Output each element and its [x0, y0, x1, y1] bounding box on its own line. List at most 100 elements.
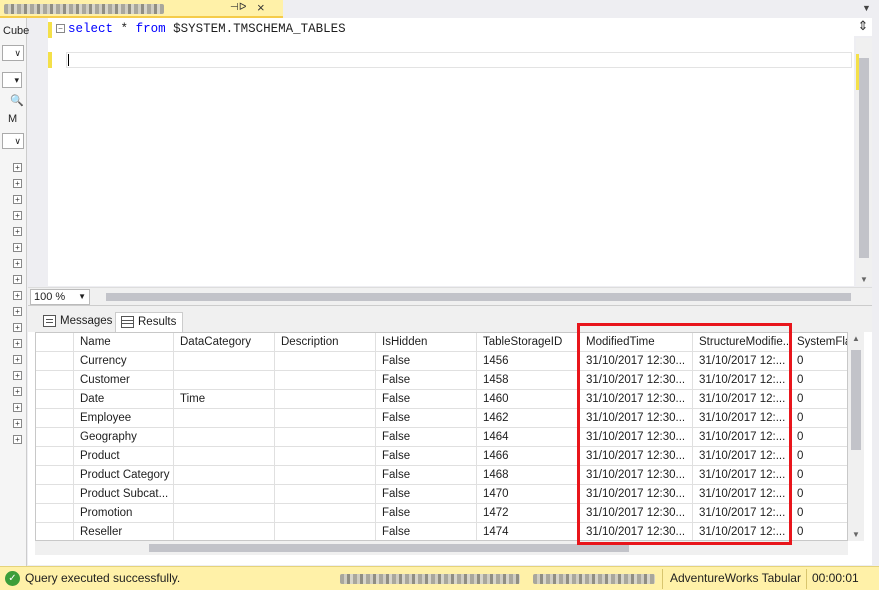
zoom-selector[interactable]: 100 % ▼ [30, 289, 90, 305]
table-cell[interactable]: Date [74, 390, 174, 409]
table-row[interactable]: Geography False 1464 31/10/2017 12:30... 31/… [36, 428, 847, 447]
row-selector[interactable] [36, 371, 74, 390]
table-cell[interactable] [174, 523, 275, 540]
column-header[interactable]: DataCategory [174, 333, 275, 352]
table-cell[interactable] [275, 371, 376, 390]
scroll-down-icon[interactable]: ▼ [860, 275, 868, 284]
column-header[interactable]: TableStorageID [477, 333, 580, 352]
table-cell[interactable] [275, 409, 376, 428]
query-editor[interactable]: − select * from $SYSTEM.TMSCHEMA_TABLES [48, 18, 854, 286]
table-cell[interactable] [174, 409, 275, 428]
table-cell[interactable]: False [376, 352, 477, 371]
scrollbar-thumb[interactable] [851, 350, 861, 450]
table-cell[interactable]: 1470 [477, 485, 580, 504]
table-cell[interactable] [174, 504, 275, 523]
tree-expand-icon[interactable]: + [13, 419, 22, 428]
tab-messages[interactable]: Messages [38, 312, 118, 332]
table-cell[interactable]: 31/10/2017 12:... [693, 409, 791, 428]
table-row[interactable]: Product False 1466 31/10/2017 12:30... 31/10… [36, 447, 847, 466]
table-cell[interactable]: 0 [791, 523, 847, 540]
table-row[interactable]: Promotion False 1472 31/10/2017 12:30... 31/… [36, 504, 847, 523]
tree-expand-icon[interactable]: + [13, 275, 22, 284]
table-cell[interactable]: 1474 [477, 523, 580, 540]
row-selector[interactable] [36, 504, 74, 523]
row-selector[interactable] [36, 390, 74, 409]
small-selector[interactable]: ▾ [2, 72, 22, 88]
table-cell[interactable]: False [376, 504, 477, 523]
table-cell[interactable]: 31/10/2017 12:... [693, 523, 791, 540]
table-cell[interactable]: Customer [74, 371, 174, 390]
table-cell[interactable]: 1468 [477, 466, 580, 485]
table-cell[interactable]: 31/10/2017 12:30... [580, 371, 693, 390]
tree-expand-icon[interactable]: + [13, 243, 22, 252]
table-cell[interactable]: 0 [791, 352, 847, 371]
table-cell[interactable]: 0 [791, 371, 847, 390]
table-cell[interactable]: Product Category [74, 466, 174, 485]
table-row[interactable]: Customer False 1458 31/10/2017 12:30... 31/1… [36, 371, 847, 390]
table-cell[interactable]: 31/10/2017 12:30... [580, 523, 693, 540]
tree-expand-icon[interactable]: + [13, 435, 22, 444]
table-cell[interactable]: Product [74, 447, 174, 466]
table-row[interactable]: Product Subcat... False 1470 31/10/2017 12:… [36, 485, 847, 504]
table-cell[interactable]: 1462 [477, 409, 580, 428]
column-header[interactable]: Name [74, 333, 174, 352]
table-cell[interactable]: False [376, 390, 477, 409]
table-cell[interactable]: 31/10/2017 12:... [693, 447, 791, 466]
table-cell[interactable]: 0 [791, 390, 847, 409]
tab-list-dropdown-icon[interactable]: ▼ [862, 3, 871, 13]
scroll-up-icon[interactable]: ▲ [852, 334, 860, 343]
column-header[interactable]: SystemFlag [791, 333, 847, 352]
table-cell[interactable]: 31/10/2017 12:... [693, 352, 791, 371]
table-cell[interactable]: 1456 [477, 352, 580, 371]
table-cell[interactable] [174, 447, 275, 466]
table-cell[interactable]: False [376, 523, 477, 540]
table-row[interactable]: Product Category False 1468 31/10/2017 12:3… [36, 466, 847, 485]
table-cell[interactable]: 31/10/2017 12:30... [580, 428, 693, 447]
table-cell[interactable]: 31/10/2017 12:... [693, 504, 791, 523]
tree-expand-icon[interactable]: + [13, 323, 22, 332]
table-cell[interactable] [275, 390, 376, 409]
table-cell[interactable]: 31/10/2017 12:30... [580, 447, 693, 466]
table-cell[interactable] [174, 371, 275, 390]
column-header[interactable]: ModifiedTime [580, 333, 693, 352]
tree-expand-icon[interactable]: + [13, 227, 22, 236]
column-header[interactable]: StructureModifie... [693, 333, 791, 352]
document-tab[interactable]: ⊣ᐅ × [0, 0, 283, 18]
tree-expand-icon[interactable]: + [13, 307, 22, 316]
results-grid[interactable]: Name DataCategory Description IsHidden Table… [35, 332, 848, 541]
table-cell[interactable] [275, 485, 376, 504]
table-cell[interactable]: 1460 [477, 390, 580, 409]
table-cell[interactable]: 31/10/2017 12:30... [580, 409, 693, 428]
table-cell[interactable]: False [376, 447, 477, 466]
table-cell[interactable]: False [376, 409, 477, 428]
tree-expand-icon[interactable]: + [13, 211, 22, 220]
split-editor-icon[interactable]: ⇕ [854, 18, 872, 36]
table-cell[interactable]: Promotion [74, 504, 174, 523]
tree-expand-icon[interactable]: + [13, 355, 22, 364]
scrollbar-thumb[interactable] [149, 544, 629, 552]
table-cell[interactable] [174, 466, 275, 485]
cube-selector[interactable]: ∨ [2, 45, 24, 61]
table-cell[interactable]: 31/10/2017 12:30... [580, 352, 693, 371]
tree-expand-icon[interactable]: + [13, 339, 22, 348]
table-cell[interactable]: 0 [791, 409, 847, 428]
pin-icon[interactable]: ⊣ᐅ [230, 2, 246, 13]
scrollbar-thumb[interactable] [106, 293, 851, 301]
table-cell[interactable]: 0 [791, 428, 847, 447]
row-selector[interactable] [36, 428, 74, 447]
tree-expand-icon[interactable]: + [13, 403, 22, 412]
table-cell[interactable] [174, 352, 275, 371]
tree-expand-icon[interactable]: + [13, 163, 22, 172]
table-row[interactable]: Date Time False 1460 31/10/2017 12:30... 31/1… [36, 390, 847, 409]
table-cell[interactable] [275, 447, 376, 466]
tree-expand-icon[interactable]: + [13, 387, 22, 396]
tab-results[interactable]: Results [115, 312, 183, 332]
table-row[interactable]: Employee False 1462 31/10/2017 12:30... 31/1… [36, 409, 847, 428]
table-cell[interactable] [275, 523, 376, 540]
table-cell[interactable]: 31/10/2017 12:... [693, 371, 791, 390]
scrollbar-thumb[interactable] [859, 58, 869, 258]
editor-vertical-scrollbar[interactable]: ▼ [856, 38, 872, 286]
tree-expand-icon[interactable]: + [13, 179, 22, 188]
row-selector[interactable] [36, 523, 74, 540]
table-cell[interactable]: Geography [74, 428, 174, 447]
